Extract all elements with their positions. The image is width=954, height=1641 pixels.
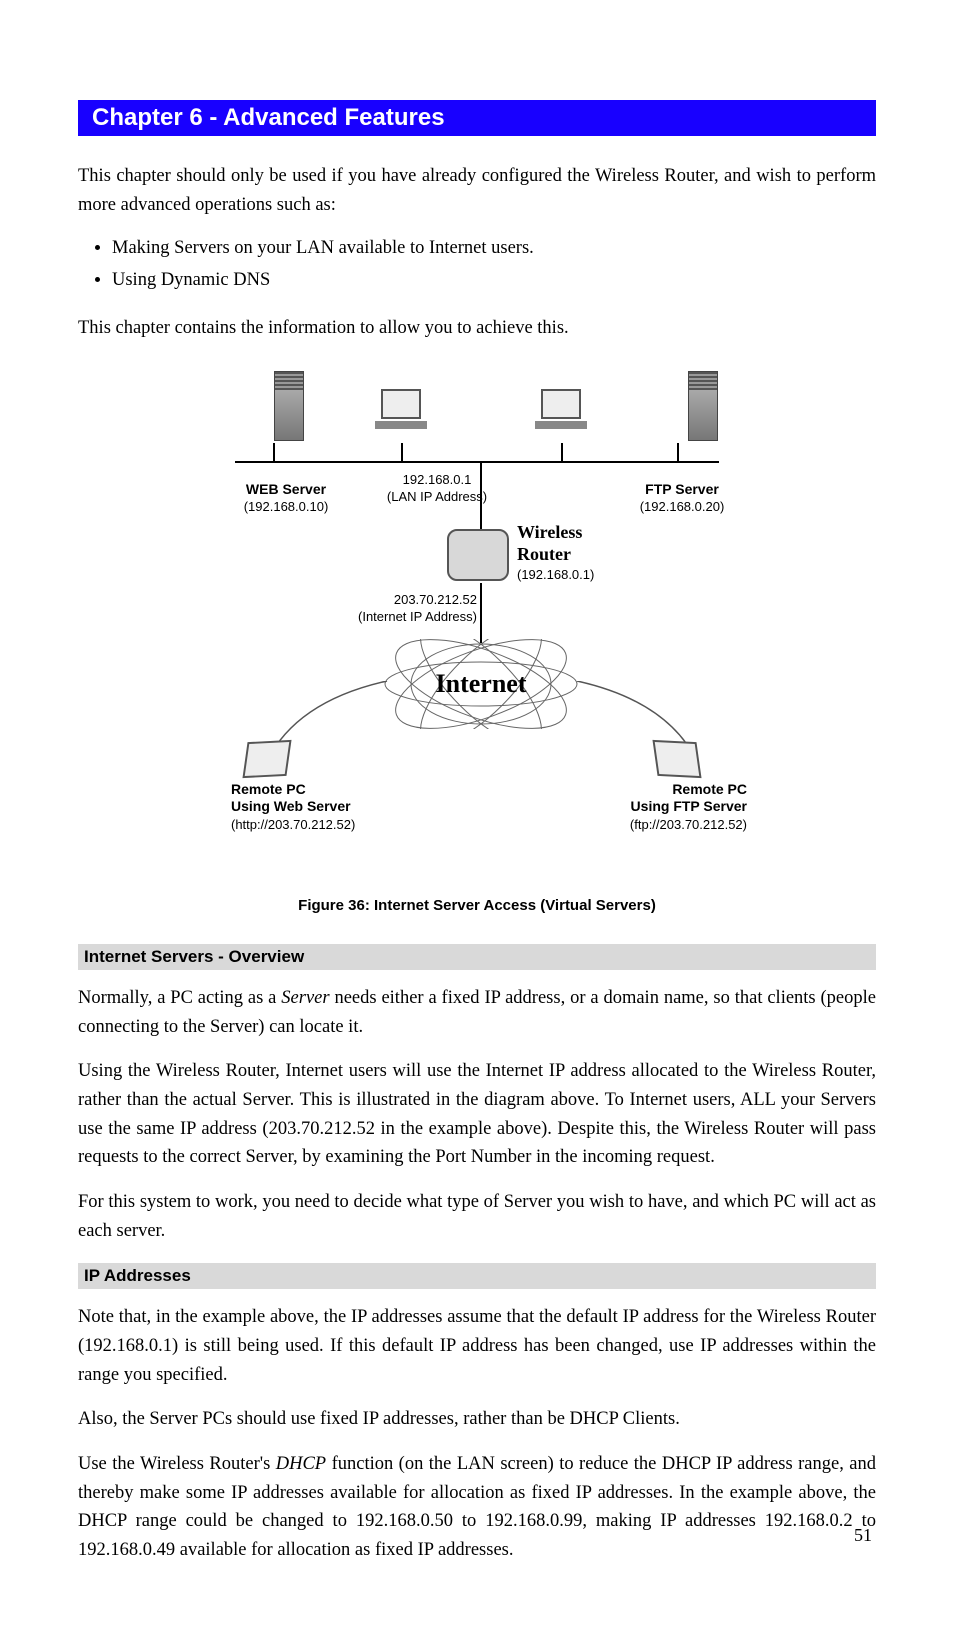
remote-ftp-l2: Using FTP Server [631,798,747,814]
ip-para-2: Also, the Server PCs should use fixed IP… [78,1405,876,1434]
section-heading-overview: Internet Servers - Overview [78,944,876,970]
list-item: Using Dynamic DNS [112,265,876,296]
internet-label: Internet [381,639,581,729]
section-heading-ip: IP Addresses [78,1263,876,1289]
desktop-icon [375,389,427,433]
overview-para-2: Using the Wireless Router, Internet user… [78,1057,876,1172]
web-server-ip: (192.168.0.10) [244,499,329,514]
chapter-title-bar: Chapter 6 - Advanced Features [78,100,876,136]
figure-caption: Figure 36: Internet Server Access (Virtu… [78,897,876,914]
chapter-title: Chapter 6 - Advanced Features [92,104,445,131]
wan-ip-value: 203.70.212.52 [394,592,477,607]
remote-ftp-l1: Remote PC [672,781,747,797]
lan-ip-label: (LAN IP Address) [387,489,487,504]
router-ip: (192.168.0.1) [517,567,594,582]
monitor-icon [242,740,291,778]
ip-para-1: Note that, in the example above, the IP … [78,1303,876,1389]
remote-web-l2: Using Web Server [231,798,351,814]
desktop-icon [535,389,587,433]
server-tower-icon [688,371,718,441]
remote-web-url: (http://203.70.212.52) [231,817,355,832]
ftp-server-ip: (192.168.0.20) [640,499,725,514]
page-number: 51 [854,1525,872,1546]
server-tower-icon [274,371,304,441]
intro-after-para: This chapter contains the information to… [78,314,876,343]
network-diagram: WEB Server (192.168.0.10) 192.168.0.1 (L… [217,371,737,871]
lan-ip-value: 192.168.0.1 [403,472,472,487]
monitor-icon [652,740,701,778]
internet-cloud-icon: Internet [381,639,581,729]
ftp-server-label: FTP Server [645,481,719,497]
overview-para-1: Normally, a PC acting as a Server needs … [78,984,876,1041]
remote-ftp-url: (ftp://203.70.212.52) [630,817,747,832]
wan-ip-label: (Internet IP Address) [358,609,477,624]
list-item: Making Servers on your LAN available to … [112,233,876,264]
ip-para-3: Use the Wireless Router's DHCP function … [78,1450,876,1565]
router-title: Wireless Router [517,522,582,565]
remote-web-l1: Remote PC [231,781,306,797]
router-icon [447,529,509,581]
intro-bullet-list: Making Servers on your LAN available to … [78,233,876,296]
overview-para-3: For this system to work, you need to dec… [78,1188,876,1245]
web-server-label: WEB Server [246,481,326,497]
intro-paragraph: This chapter should only be used if you … [78,162,876,219]
